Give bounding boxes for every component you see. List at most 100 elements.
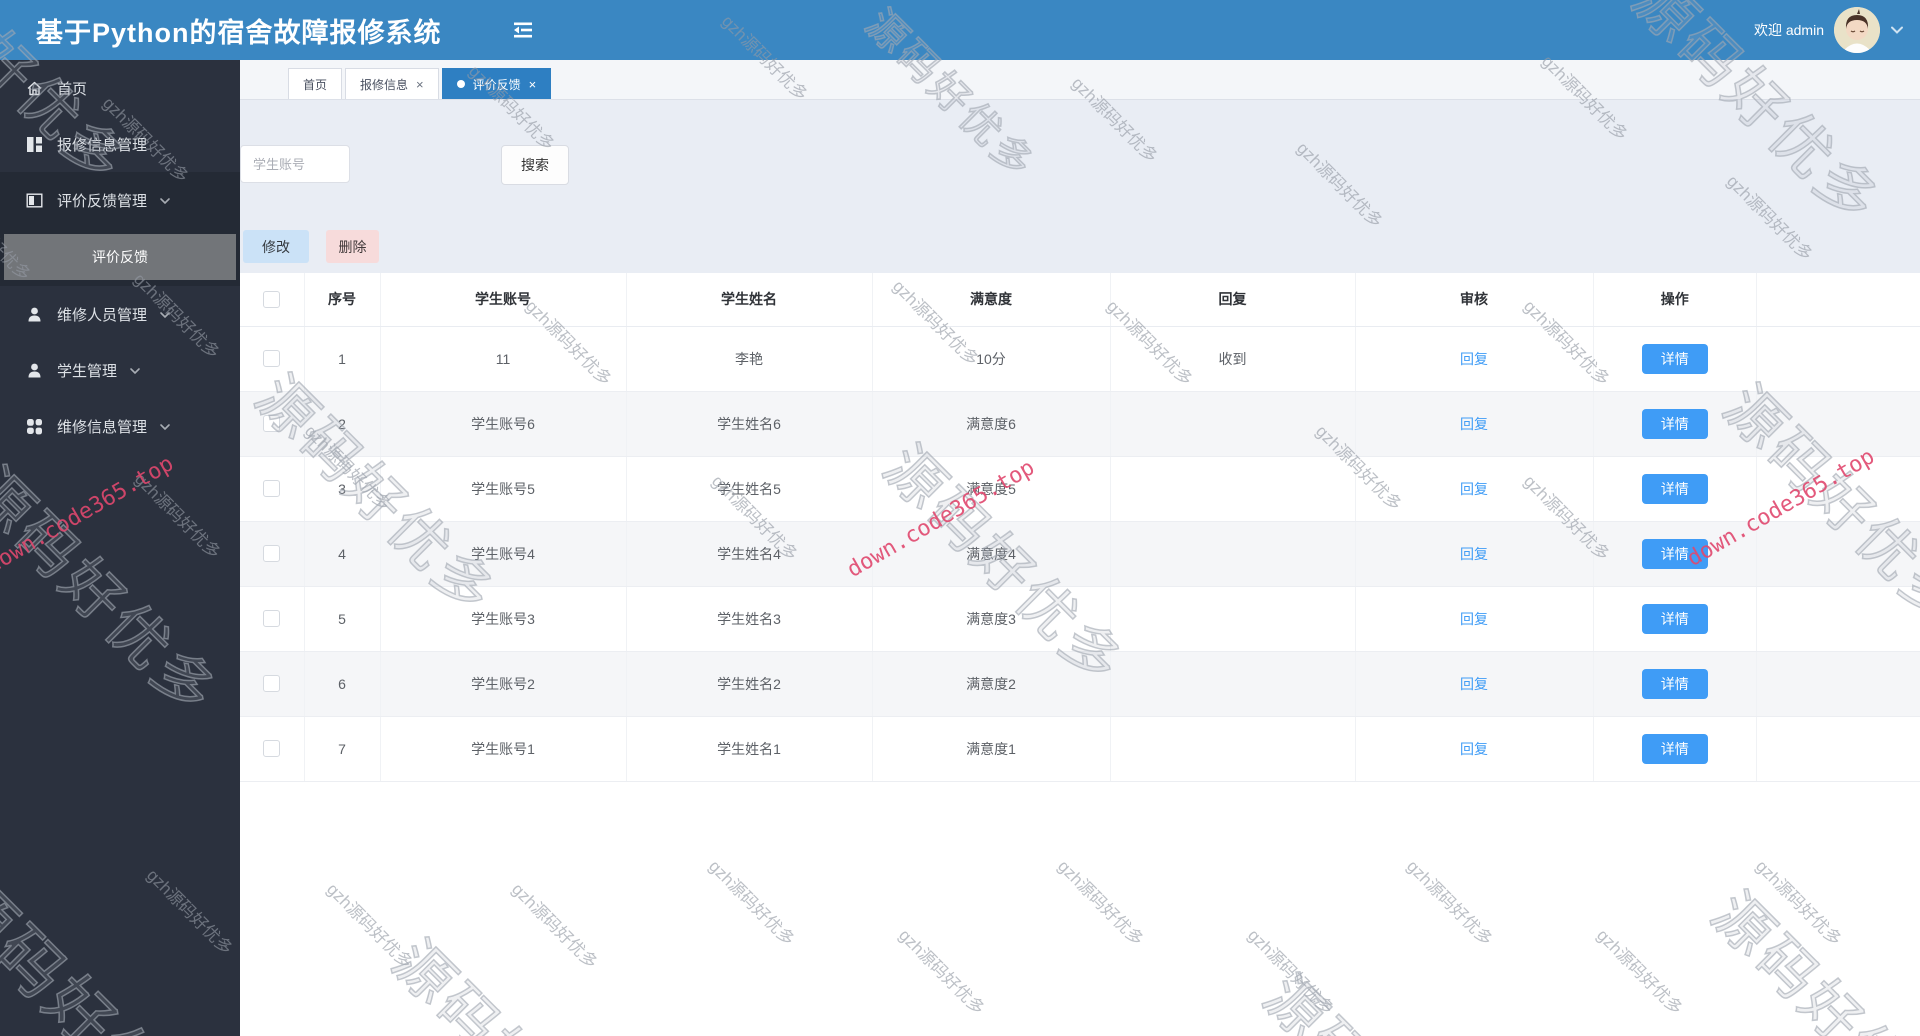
cell-action: 详情: [1593, 326, 1757, 392]
row-checkbox[interactable]: [263, 415, 281, 433]
cell-action: 详情: [1593, 521, 1757, 587]
cell-filler: [1756, 651, 1920, 717]
tab-评价反馈[interactable]: 评价反馈 ×: [441, 68, 552, 99]
user-icon: [26, 306, 43, 323]
delete-button[interactable]: 删除: [326, 230, 379, 263]
sidebar-item-维修人员管理[interactable]: 维修人员管理: [0, 286, 240, 342]
row-checkbox[interactable]: [263, 740, 281, 758]
detail-button[interactable]: 详情: [1641, 733, 1708, 764]
detail-button[interactable]: 详情: [1641, 538, 1708, 569]
row-select-cell: [240, 586, 305, 652]
search-button[interactable]: 搜索: [501, 145, 569, 185]
cell-name: 李艳: [626, 326, 873, 392]
cell-seq: 6: [304, 651, 381, 717]
fold-menu-icon[interactable]: [510, 17, 536, 43]
cell-audit: 回复: [1355, 716, 1594, 782]
tab-首页[interactable]: 首页: [288, 68, 343, 99]
cell-audit: 回复: [1355, 586, 1594, 652]
reply-link[interactable]: 回复: [1460, 676, 1488, 692]
select-all-header: [240, 273, 305, 327]
cell-seq: 2: [304, 391, 381, 457]
cell-filler: [1756, 326, 1920, 392]
active-tab-dot: [456, 80, 465, 88]
cell-satisfaction: 满意度2: [872, 651, 1111, 717]
cell-filler: [1756, 391, 1920, 457]
column-header-filler: [1756, 273, 1920, 327]
grid-icon: [26, 136, 43, 153]
reply-link[interactable]: 回复: [1460, 351, 1488, 367]
panel-icon: [26, 192, 43, 209]
cell-audit: 回复: [1355, 651, 1594, 717]
reply-link[interactable]: 回复: [1460, 481, 1488, 497]
detail-button[interactable]: 详情: [1641, 473, 1708, 504]
user-icon: [26, 362, 43, 379]
sidebar-item-首页[interactable]: 首页: [0, 60, 240, 116]
cell-seq: 1: [304, 326, 381, 392]
detail-button[interactable]: 详情: [1641, 603, 1708, 634]
reply-link[interactable]: 回复: [1460, 611, 1488, 627]
column-header-操作: 操作: [1593, 273, 1757, 327]
column-header-回复: 回复: [1110, 273, 1356, 327]
table-row: 6 学生账号2 学生姓名2 满意度2 回复 详情: [240, 651, 1920, 717]
row-checkbox[interactable]: [263, 350, 281, 368]
detail-button[interactable]: 详情: [1641, 668, 1708, 699]
detail-button[interactable]: 详情: [1641, 343, 1708, 374]
cell-account: 学生账号6: [380, 391, 627, 457]
chevron-down-icon: [159, 308, 171, 320]
search-input[interactable]: [240, 145, 350, 183]
cell-filler: [1756, 586, 1920, 652]
cell-action: 详情: [1593, 651, 1757, 717]
cell-seq: 5: [304, 586, 381, 652]
detail-button[interactable]: 详情: [1641, 408, 1708, 439]
cell-account: 学生账号2: [380, 651, 627, 717]
reply-link[interactable]: 回复: [1460, 546, 1488, 562]
cell-name: 学生姓名6: [626, 391, 873, 457]
cell-account: 11: [380, 326, 627, 392]
row-select-cell: [240, 391, 305, 457]
user-area[interactable]: 欢迎 admin: [1754, 0, 1904, 60]
cell-action: 详情: [1593, 456, 1757, 522]
cell-name: 学生姓名1: [626, 716, 873, 782]
welcome-text: 欢迎 admin: [1753, 22, 1824, 38]
apps-icon: [26, 418, 43, 435]
row-checkbox[interactable]: [263, 480, 281, 498]
row-checkbox[interactable]: [263, 675, 281, 693]
user-avatar[interactable]: [1834, 7, 1880, 53]
cell-name: 学生姓名4: [626, 521, 873, 587]
tab-close-icon[interactable]: ×: [529, 78, 537, 91]
cell-audit: 回复: [1355, 326, 1594, 392]
sidebar: 首页报修信息管理评价反馈管理评价反馈维修人员管理 学生管理维修信息管理: [0, 60, 240, 1036]
column-header-满意度: 满意度: [872, 273, 1111, 327]
column-header-审核: 审核: [1355, 273, 1594, 327]
chevron-down-icon: [1891, 26, 1903, 34]
sidebar-item-学生管理[interactable]: 学生管理: [0, 342, 240, 398]
edit-button[interactable]: 修改: [243, 230, 309, 263]
cell-satisfaction: 满意度3: [872, 586, 1111, 652]
select-all-checkbox[interactable]: [263, 291, 281, 309]
cell-satisfaction: 满意度4: [872, 521, 1111, 587]
tab-close-icon[interactable]: ×: [416, 78, 424, 91]
sidebar-subitem-评价反馈[interactable]: 评价反馈: [4, 234, 236, 280]
app-title: 基于Python的宿舍故障报修系统: [36, 17, 442, 48]
tab-报修信息[interactable]: 报修信息 ×: [345, 68, 439, 99]
cell-filler: [1756, 716, 1920, 782]
chevron-down-icon: [129, 364, 141, 376]
feedback-table-panel: 序号 学生账号 学生姓名 满意度 回复 审核 操作 1 11 李艳 10分 收到 回复 详情 2 学生账号6…: [240, 273, 1920, 1036]
sidebar-item-报修信息管理[interactable]: 报修信息管理: [0, 116, 240, 172]
sidebar-item-维修信息管理[interactable]: 维修信息管理: [0, 398, 240, 454]
cell-satisfaction: 满意度1: [872, 716, 1111, 782]
cell-filler: [1756, 521, 1920, 587]
sidebar-item-评价反馈管理[interactable]: 评价反馈管理: [0, 172, 240, 228]
row-checkbox[interactable]: [263, 610, 281, 628]
sidebar-item-label: 维修信息管理: [57, 418, 148, 436]
cell-satisfaction: 满意度6: [872, 391, 1111, 457]
reply-link[interactable]: 回复: [1460, 416, 1488, 432]
cell-satisfaction: 满意度5: [872, 456, 1111, 522]
cell-reply: [1110, 521, 1356, 587]
row-checkbox[interactable]: [263, 545, 281, 563]
reply-link[interactable]: 回复: [1460, 741, 1488, 757]
sidebar-item-label: 报修信息管理: [57, 136, 148, 154]
cell-account: 学生账号3: [380, 586, 627, 652]
row-select-cell: [240, 326, 305, 392]
tab-label: 评价反馈: [472, 77, 521, 92]
